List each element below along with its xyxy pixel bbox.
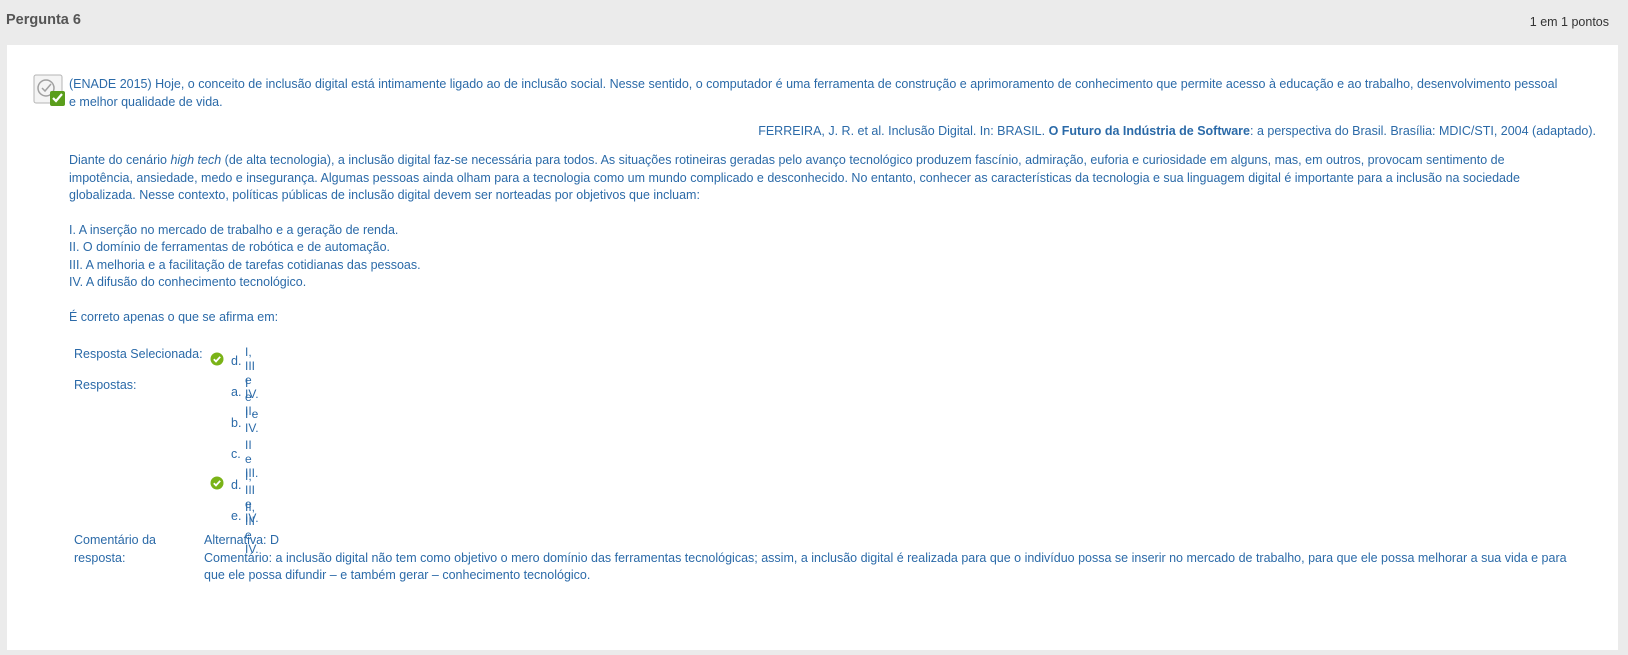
- question-points: 1 em 1 pontos: [1529, 15, 1609, 29]
- question-paragraph: Diante do cenário high tech (de alta tec…: [69, 152, 1569, 205]
- option-letter: a.: [231, 385, 242, 399]
- paragraph-post: (de alta tecnologia), a inclusão digital…: [69, 153, 1520, 202]
- statement-item: III. A melhoria e a facilitação de taref…: [69, 257, 421, 272]
- option-letter: d.: [231, 478, 242, 492]
- feedback-text: Comentário: a inclusão digital não tem c…: [204, 550, 1567, 583]
- citation-suffix: : a perspectiva do Brasil. Brasília: MDI…: [1250, 124, 1596, 138]
- check-icon: [210, 476, 224, 490]
- paragraph-pre: Diante do cenário: [69, 153, 171, 167]
- question-intro: (ENADE 2015) Hoje, o conceito de inclusã…: [69, 77, 1558, 109]
- feedback-comment: Alternativa: D Comentário: a inclusão di…: [204, 532, 1584, 585]
- option-letter: b.: [231, 416, 242, 430]
- question-title: Pergunta 6: [6, 12, 81, 28]
- statement-item: IV. A difusão do conhecimento tecnológic…: [69, 275, 307, 289]
- question-header: Pergunta 6 1 em 1 pontos: [0, 0, 1628, 45]
- paragraph-italic: high tech: [170, 153, 222, 167]
- question-body: Diante do cenário high tech (de alta tec…: [69, 152, 1569, 326]
- option-letter: e.: [231, 509, 242, 523]
- citation: FERREIRA, J. R. et al. Inclusão Digital.…: [758, 122, 1596, 140]
- option-letter: c.: [231, 447, 241, 461]
- feedback-alternative: Alternativa: D: [204, 533, 280, 547]
- feedback-label-line1: Comentário da: [74, 533, 156, 547]
- question-panel: (ENADE 2015) Hoje, o conceito de inclusã…: [7, 45, 1618, 650]
- option-letter: d.: [231, 354, 242, 368]
- check-icon: [210, 352, 224, 366]
- statement-item: II. O domínio de ferramentas de robótica…: [69, 240, 391, 254]
- feedback-label-line2: resposta:: [74, 550, 126, 565]
- correct-answer-icon: [33, 74, 65, 106]
- question-prompt: É correto apenas o que se afirma em:: [69, 309, 279, 324]
- option-text: I e IV.: [245, 407, 259, 435]
- statement-item: I. A inserção no mercado de trabalho e a…: [69, 222, 399, 237]
- citation-title: O Futuro da Indústria de Software: [1048, 124, 1250, 138]
- feedback-label: Comentário da resposta:: [74, 532, 156, 567]
- selected-answer-label: Resposta Selecionada:: [74, 347, 203, 361]
- answers-label: Respostas:: [74, 378, 137, 392]
- citation-prefix: FERREIRA, J. R. et al. Inclusão Digital.…: [758, 124, 1049, 138]
